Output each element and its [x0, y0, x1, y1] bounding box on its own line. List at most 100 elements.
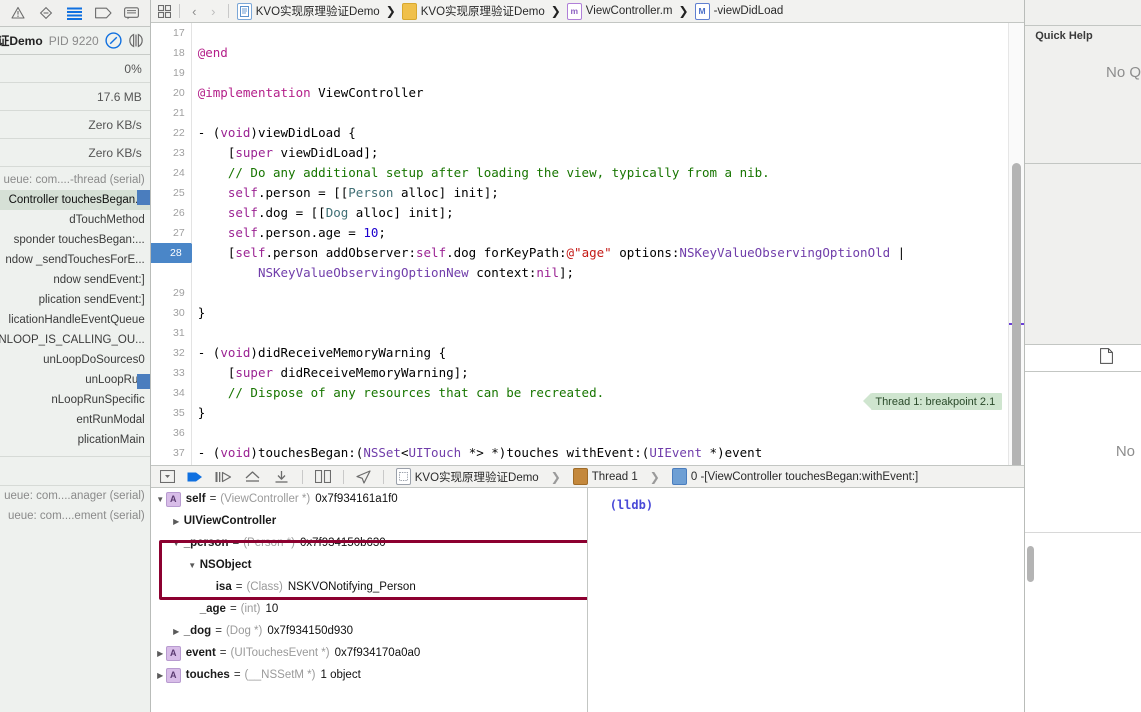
navigator-scroll-marker-top[interactable] — [136, 190, 150, 205]
stack-frame-3[interactable]: ndow _sendTouchesForE... — [0, 250, 150, 270]
code-line[interactable] — [192, 423, 1024, 443]
continue-icon[interactable] — [187, 471, 203, 483]
hide-debug-area-icon[interactable] — [159, 470, 175, 483]
variable-row[interactable]: ▼ NSObject — [151, 554, 587, 576]
pause-split-icon[interactable] — [128, 33, 144, 48]
breadcrumb-folder[interactable]: KVO实现原理验证Demo — [401, 2, 545, 20]
stack-frame-11[interactable]: entRunModal — [0, 410, 150, 430]
code-line[interactable]: @implementation ViewController — [192, 83, 1024, 103]
disclosure-closed-icon[interactable]: ▶ — [155, 649, 166, 658]
debug-view-hierarchy-icon[interactable] — [314, 470, 331, 483]
queue-row-main[interactable]: ueue: com....-thread (serial) — [0, 170, 150, 190]
step-out-icon[interactable] — [273, 470, 290, 484]
disclosure-open-icon[interactable]: ▼ — [155, 495, 166, 504]
debug-list-icon[interactable] — [65, 5, 85, 21]
back-button[interactable]: ‹ — [188, 4, 201, 19]
code-line[interactable] — [192, 23, 1024, 43]
code-line[interactable]: [super didReceiveMemoryWarning]; — [192, 363, 1024, 383]
variable-row[interactable]: ▶ Atouches = (__NSSetM *) 1 object — [151, 664, 587, 686]
related-items-icon[interactable] — [157, 4, 171, 18]
step-into-icon[interactable] — [244, 470, 261, 483]
disk-gauge[interactable]: Zero KB/s — [0, 111, 150, 139]
code-line[interactable]: - (void)viewDidLoad { — [192, 123, 1024, 143]
code-token: )viewDidLoad { — [250, 125, 356, 140]
code-line[interactable]: self.person.age = 10; — [192, 223, 1024, 243]
stack-frame-2[interactable]: sponder touchesBegan:... — [0, 230, 150, 250]
breadcrumb-symbol[interactable]: M -viewDidLoad — [694, 2, 783, 20]
code-line[interactable]: self.dog = [[Dog alloc] init]; — [192, 203, 1024, 223]
debug-breadcrumb-thread[interactable]: Thread 1 — [572, 468, 638, 485]
code-line[interactable]: NSKeyValueObservingOptionNew context:nil… — [192, 263, 1024, 283]
inspector-selector-bar[interactable] — [1025, 0, 1141, 26]
issue-diamond-icon[interactable] — [36, 5, 56, 21]
stack-frame-4[interactable]: ndow sendEvent:] — [0, 270, 150, 290]
code-line[interactable] — [192, 63, 1024, 83]
comment-icon[interactable] — [122, 5, 142, 21]
variable-row[interactable]: ▼ Aself = (ViewController *) 0x7f934161a1f0 — [151, 488, 587, 510]
console-view[interactable]: (lldb) — [587, 488, 1025, 712]
breakpoint-annotation[interactable]: Thread 1: breakpoint 2.1 — [863, 393, 1003, 410]
queue-row-element[interactable]: ueue: com....ement (serial) — [0, 506, 150, 526]
code-line[interactable]: self.person = [[Person alloc] init]; — [192, 183, 1024, 203]
code-line[interactable]: [super viewDidLoad]; — [192, 143, 1024, 163]
variable-type: (Class) — [246, 581, 283, 593]
disclosure-closed-icon[interactable]: ▶ — [171, 517, 182, 526]
memory-gauge[interactable]: 17.6 MB — [0, 83, 150, 111]
variables-view[interactable]: ▼ Aself = (ViewController *) 0x7f934161a1f0 ▶… — [150, 488, 588, 712]
code-line[interactable] — [192, 103, 1024, 123]
code-text-area[interactable]: @end @implementation ViewController - (v… — [191, 23, 1025, 465]
cpu-gauge[interactable]: 0% — [0, 55, 150, 83]
code-line[interactable]: } — [192, 303, 1024, 323]
code-line[interactable]: - (void)didReceiveMemoryWarning { — [192, 343, 1024, 363]
variable-row[interactable]: ▶_age=(int)10 — [151, 598, 587, 620]
code-line[interactable]: [self.person addObserver:self.dog forKey… — [192, 243, 1024, 263]
forward-button[interactable]: › — [207, 4, 220, 19]
code-line[interactable]: // Do any additional setup after loading… — [192, 163, 1024, 183]
variable-row[interactable]: ▶isa=(Class)NSKVONotifying_Person — [151, 576, 587, 598]
navigator-scroll-marker-bottom[interactable] — [136, 374, 150, 389]
disclosure-closed-icon[interactable]: ▶ — [155, 671, 166, 680]
debug-breadcrumb-frame[interactable]: 0 -[ViewController touchesBegan:withEven… — [671, 468, 918, 485]
tag-icon[interactable] — [93, 5, 113, 21]
code-line[interactable]: - (void)touchesBegan:(NSSet<UITouch *> *… — [192, 443, 1024, 463]
stack-frame-0[interactable]: Controller touchesBegan... — [0, 190, 150, 210]
utilities-scrollbar[interactable] — [1027, 546, 1035, 582]
simulate-location-icon[interactable] — [356, 469, 371, 484]
stack-frame-9[interactable]: unLoopRun — [0, 370, 150, 390]
file-inspector-icon[interactable] — [1100, 348, 1113, 367]
variable-row[interactable]: ▶ Aevent = (UITouchesEvent *) 0x7f934170a0a0 — [151, 642, 587, 664]
disclosure-closed-icon[interactable]: ▶ — [171, 627, 182, 636]
gauge-icon[interactable] — [105, 32, 122, 49]
stack-frame-10[interactable]: nLoopRunSpecific — [0, 390, 150, 410]
variable-row[interactable]: ▶ UIViewController — [151, 510, 587, 532]
breadcrumb-project[interactable]: KVO实现原理验证Demo — [236, 2, 380, 20]
code-line[interactable] — [192, 283, 1024, 303]
library-selector-bar[interactable] — [1025, 343, 1141, 372]
stack-frame-1[interactable]: dTouchMethod — [0, 210, 150, 230]
breakpoint-marker[interactable]: 28 — [150, 243, 200, 263]
stack-frame-12[interactable]: plicationMain — [0, 430, 150, 450]
code-line[interactable] — [192, 323, 1024, 343]
warning-triangle-icon[interactable] — [8, 5, 28, 21]
process-row[interactable]: 验证Demo PID 9220 — [0, 27, 150, 55]
code-line[interactable]: @end — [192, 43, 1024, 63]
debug-breadcrumb-process[interactable]: KVO实现原理验证Demo — [395, 468, 539, 485]
stack-frame-8[interactable]: unLoopDoSources0 — [0, 350, 150, 370]
network-gauge[interactable]: Zero KB/s — [0, 139, 150, 167]
stack-frame-6[interactable]: licationHandleEventQueue — [0, 310, 150, 330]
line-number-gutter[interactable]: 17 18 19 20 21 22 23 24 25 26 27 28 29 3… — [150, 23, 200, 465]
editor-scrollbar[interactable] — [1012, 163, 1022, 465]
code-line[interactable]: { — [192, 463, 1024, 465]
line-number-breakpoint[interactable]: 28 — [150, 243, 200, 263]
disclosure-open-icon[interactable]: ▼ — [187, 561, 198, 570]
queue-row-manager[interactable]: ueue: com....anager (serial) — [0, 486, 150, 506]
stack-frame-5[interactable]: plication sendEvent:] — [0, 290, 150, 310]
step-over-icon[interactable] — [215, 471, 232, 483]
variable-row[interactable]: ▶ _dog = (Dog *) 0x7f934150d930 — [151, 620, 587, 642]
source-editor[interactable]: 17 18 19 20 21 22 23 24 25 26 27 28 29 3… — [150, 23, 1025, 465]
stack-frame-7[interactable]: UNLOOP_IS_CALLING_OU... — [0, 330, 150, 350]
breadcrumb-file[interactable]: m ViewController.m — [566, 2, 673, 20]
line-number: 30 — [173, 307, 185, 319]
disclosure-open-icon[interactable]: ▼ — [171, 539, 182, 548]
variable-row[interactable]: ▼ _person = (Person *) 0x7f934150b630 — [151, 532, 587, 554]
